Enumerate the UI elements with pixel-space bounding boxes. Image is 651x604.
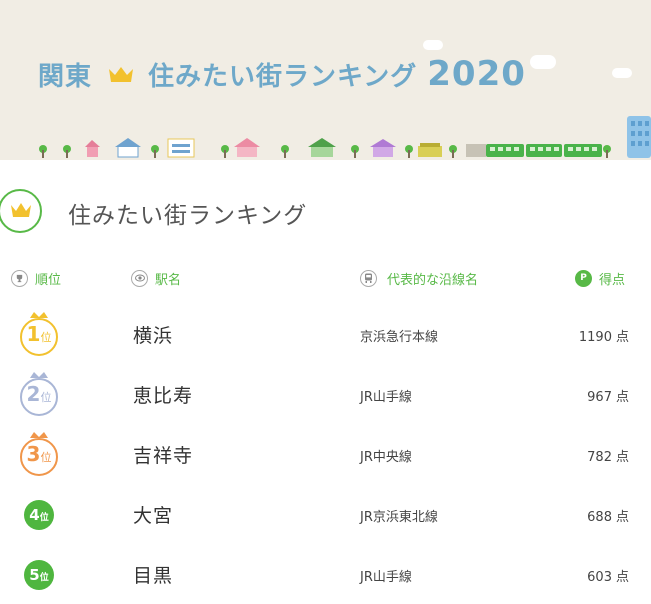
column-label-rank: 順位 (35, 272, 62, 288)
rank-suffix: 位 (39, 513, 49, 523)
hero-banner: 関東 住みたい街ランキング 2020 (0, 0, 651, 160)
score-unit: 点 (615, 450, 629, 465)
column-label-line: 代表的な沿線名 (387, 272, 479, 288)
trophy-icon (11, 269, 28, 287)
rank-disc: 4位 (24, 500, 54, 530)
card-title: 住みたい街ランキング (68, 203, 308, 229)
score-value: 603 (587, 570, 612, 585)
score-unit: 点 (615, 570, 629, 585)
rank-badge: 4位 (18, 484, 62, 544)
line-name: JR山手線 (360, 390, 412, 405)
rank-suffix: 位 (40, 391, 52, 404)
ranking-row[interactable]: 4位 大宮 JR京浜東北線 688 点 (0, 484, 651, 544)
column-header-line: 代表的な沿線名 (360, 268, 478, 288)
rank-badge: 5位 (18, 544, 62, 604)
rank-medal-bronze: 3位 (18, 424, 62, 484)
town-illustration (39, 116, 651, 158)
score-unit: 点 (615, 390, 629, 405)
rank-medal-silver: 2位 (18, 364, 62, 424)
rank-disc: 5位 (24, 560, 54, 590)
score: 782 点 (587, 446, 629, 465)
crown-icon (10, 202, 32, 222)
line-name: JR山手線 (360, 570, 412, 585)
score: 688 点 (587, 506, 629, 525)
station-name: 横浜 (133, 325, 174, 347)
line-name: JR中央線 (360, 450, 412, 465)
score-value: 688 (587, 510, 612, 525)
score-unit: 点 (615, 330, 629, 345)
points-icon: P (575, 269, 592, 287)
rank-suffix: 位 (39, 573, 49, 583)
rank-number: 1 (26, 322, 41, 346)
station-name: 目黒 (133, 565, 174, 587)
ranking-row[interactable]: 1位 横浜 京浜急行本線 1190 点 (0, 304, 651, 364)
column-header-station: 駅名 (131, 268, 181, 288)
rank-number: 5 (29, 566, 40, 584)
ranking-row[interactable]: 3位 吉祥寺 JR中央線 782 点 (0, 424, 651, 484)
score: 603 点 (587, 566, 629, 585)
ranking-row[interactable]: 2位 恵比寿 JR山手線 967 点 (0, 364, 651, 424)
station-name: 大宮 (133, 505, 174, 527)
ranking-row[interactable]: 5位 目黒 JR山手線 603 点 (0, 544, 651, 604)
rank-number: 4 (29, 506, 40, 524)
column-label-station: 駅名 (155, 272, 182, 288)
score-value: 967 (587, 390, 612, 405)
line-name: JR京浜東北線 (360, 510, 438, 525)
column-header-score: P 得点 (575, 268, 625, 288)
train-icon (360, 269, 377, 287)
rank-number: 2 (26, 382, 41, 406)
score-value: 1190 (578, 330, 612, 345)
rank-suffix: 位 (40, 451, 52, 464)
rank-suffix: 位 (40, 331, 52, 344)
station-name: 恵比寿 (133, 385, 194, 407)
rank-number: 3 (26, 442, 41, 466)
crown-badge (0, 189, 42, 233)
column-header-rank: 順位 (11, 268, 61, 288)
station-name: 吉祥寺 (133, 445, 194, 467)
eye-icon (131, 269, 148, 287)
column-label-score: 得点 (599, 272, 626, 288)
score-unit: 点 (615, 510, 629, 525)
score: 967 点 (587, 386, 629, 405)
line-name: 京浜急行本線 (360, 330, 439, 345)
rank-medal-gold: 1位 (18, 304, 62, 364)
score-value: 782 (587, 450, 612, 465)
score: 1190 点 (579, 326, 629, 345)
